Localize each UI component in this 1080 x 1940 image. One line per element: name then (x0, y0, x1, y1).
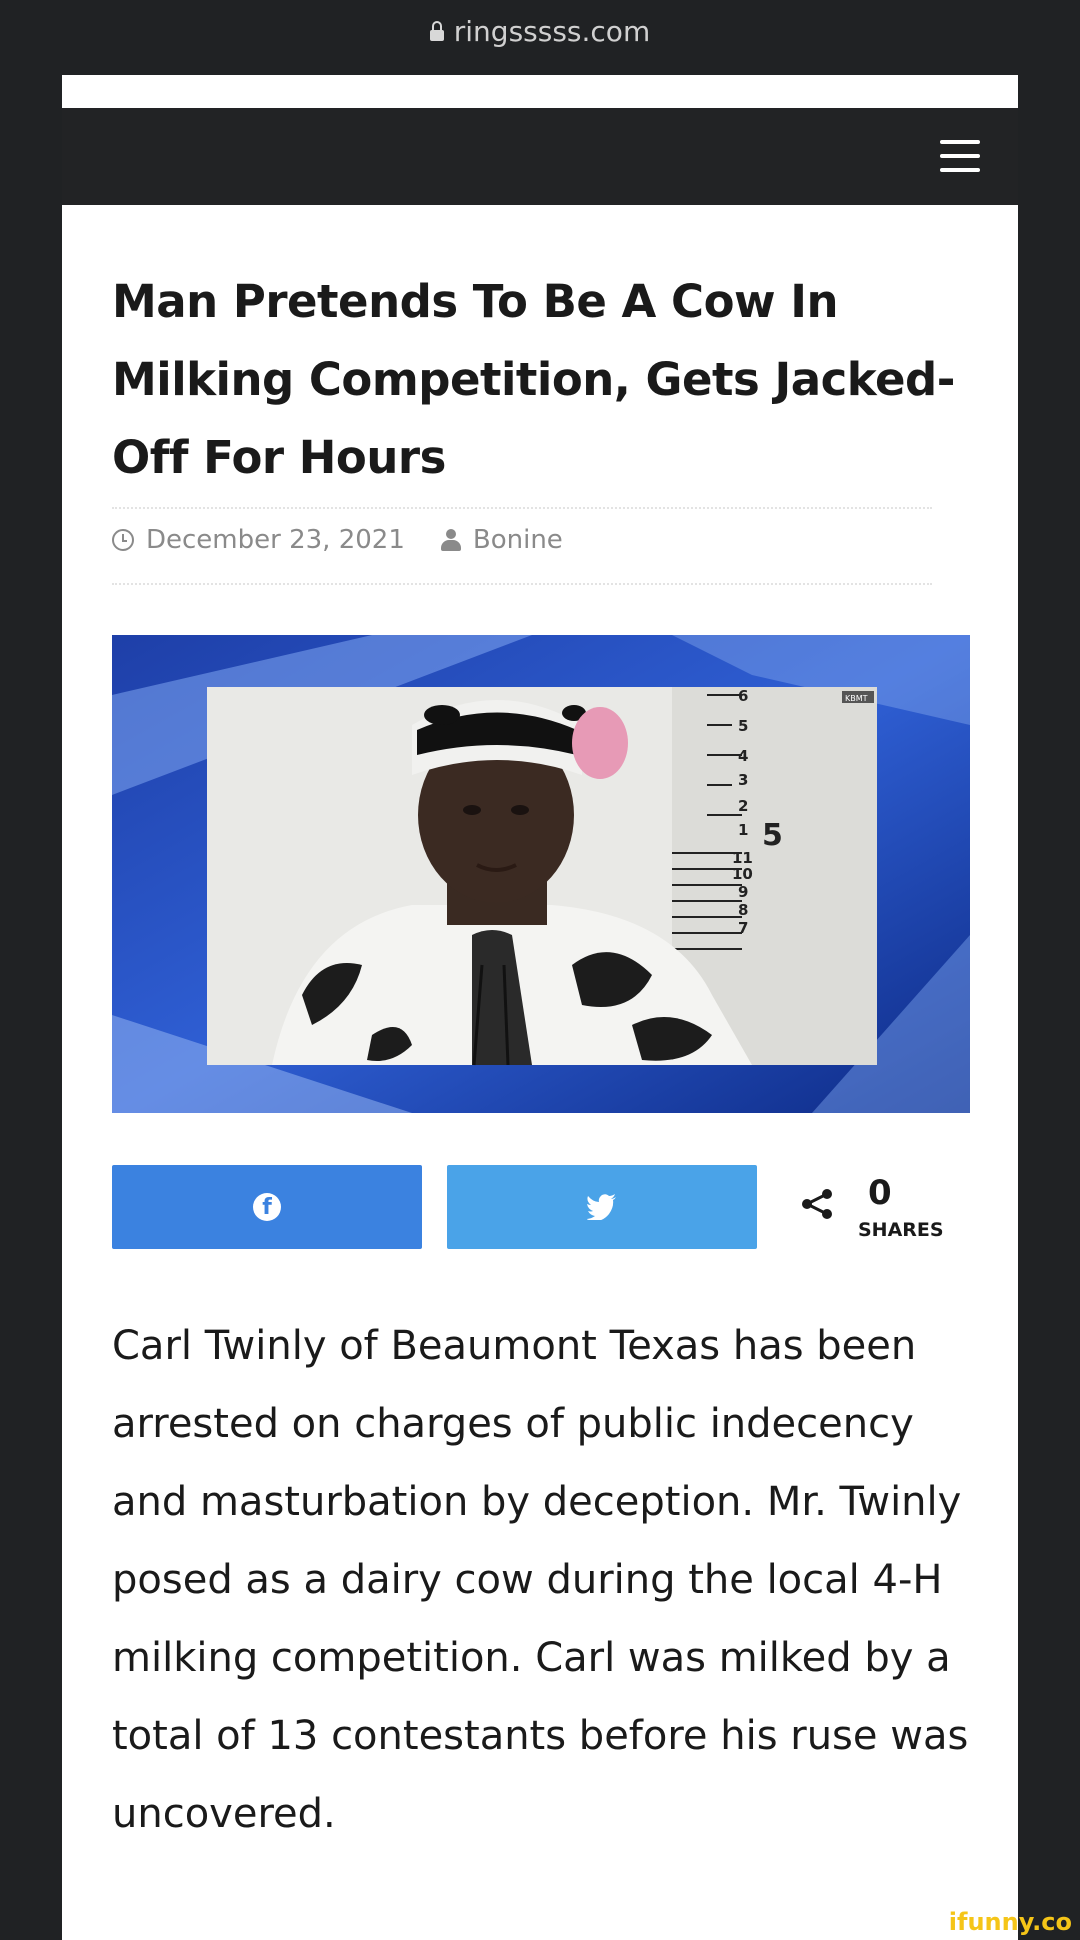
article-author[interactable]: Bonine (473, 525, 563, 555)
height-label: 2 (738, 797, 748, 815)
browser-url-bar[interactable]: ringsssss.com (0, 0, 1080, 62)
tv-badge: KBMT (845, 694, 868, 703)
article-body: Carl Twinly of Beaumont Texas has been a… (112, 1323, 969, 1837)
meta-divider-bottom (112, 583, 932, 585)
height-label: 8 (738, 901, 748, 919)
facebook-icon: f (253, 1193, 281, 1221)
height-label: 4 (738, 747, 748, 765)
article-date: December 23, 2021 (146, 525, 405, 555)
share-counter: 0 SHARES (800, 1173, 950, 1253)
height-label: 7 (738, 919, 748, 937)
user-icon (440, 529, 461, 551)
url-text: ringsssss.com (453, 14, 651, 48)
height-label: 6 (738, 687, 748, 705)
share-count: 0 (868, 1173, 892, 1213)
twitter-share-button[interactable] (447, 1165, 757, 1249)
height-label: 3 (738, 771, 748, 789)
twitter-icon (587, 1194, 616, 1220)
ifunny-watermark: ifunny.co (948, 1908, 1072, 1936)
site-header (62, 108, 1018, 205)
article-image[interactable]: 6 5 4 3 2 1 5 11 10 9 8 7 KBMT (112, 635, 970, 1113)
clock-icon (112, 529, 134, 551)
web-page: Man Pretends To Be A Cow In Milking Comp… (62, 75, 1018, 1940)
article-meta: December 23, 2021 Bonine (112, 525, 563, 555)
height-label: 5 (762, 818, 783, 853)
lock-icon (429, 20, 444, 41)
facebook-share-button[interactable]: f (112, 1165, 422, 1249)
share-icon[interactable] (800, 1189, 834, 1219)
height-label: 9 (738, 883, 748, 901)
height-label: 5 (738, 717, 748, 735)
hamburger-menu-icon[interactable] (940, 140, 980, 172)
meta-divider-top (112, 507, 932, 509)
share-label: SHARES (858, 1219, 944, 1241)
mugshot-photo: 6 5 4 3 2 1 5 11 10 9 8 7 KBMT (112, 635, 970, 1113)
height-label: 1 (738, 821, 748, 839)
height-label: 10 (732, 865, 753, 883)
article-title: Man Pretends To Be A Cow In Milking Comp… (112, 275, 955, 484)
